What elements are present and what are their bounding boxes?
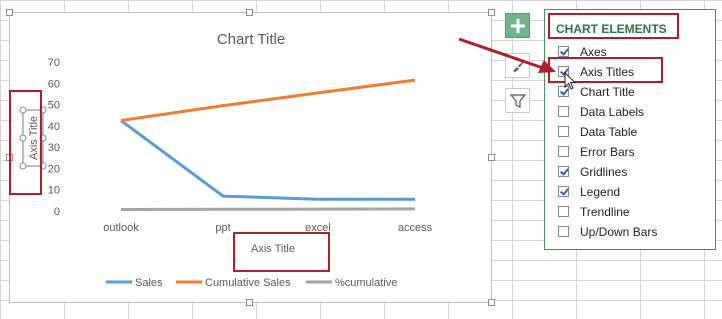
annotation-arrow <box>458 37 556 73</box>
mouse-cursor-icon <box>564 72 577 90</box>
